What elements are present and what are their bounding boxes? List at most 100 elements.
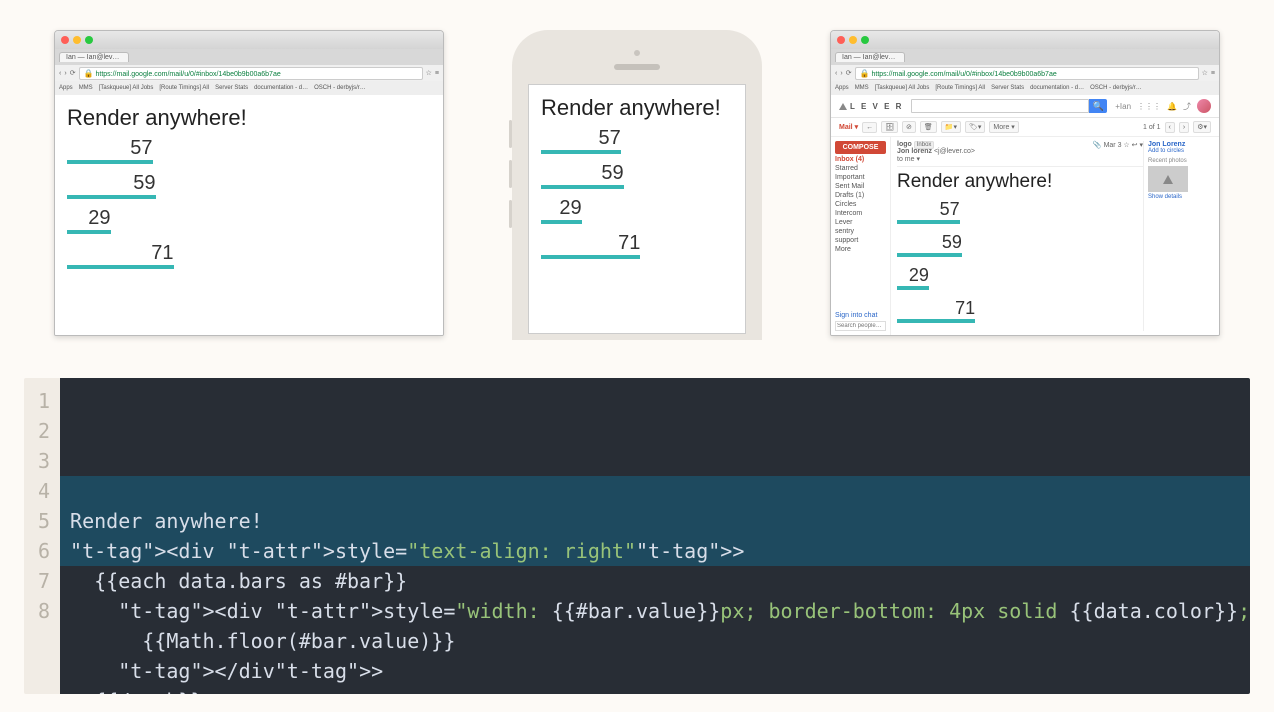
mail-dropdown[interactable]: Mail ▾ [839,123,858,131]
sidebar-item[interactable]: support [835,237,886,244]
apps-icon[interactable]: ⋮⋮⋮ [1137,102,1161,111]
titlebar [55,31,443,49]
to-line: to me [897,156,915,163]
url-text: https://mail.google.com/mail/u/0/#inbox/… [871,71,1056,78]
reload-icon[interactable]: ⟳ [70,69,76,77]
code-line: {{each data.bars as #bar}} [70,566,1240,596]
bar-line [67,230,111,234]
reply-icon[interactable]: ↩ [1132,142,1138,149]
bookmark-item[interactable]: MMS [79,85,93,91]
browser-window-left: Ian — Ian@lever.co ‹ › ⟳ 🔒 https://mail.… [54,30,444,336]
prev-button[interactable]: ‹ [1165,122,1175,133]
lock-icon: 🔒 [84,69,94,78]
sidebar-item[interactable]: Lever [835,219,886,226]
more-button[interactable]: More ▾ [989,121,1018,133]
bookmark-item[interactable]: MMS [855,85,869,91]
url-input[interactable]: 🔒 https://mail.google.com/mail/u/0/#inbo… [855,67,1199,80]
bar-value: 57 [67,137,153,160]
zoom-icon[interactable] [861,36,869,44]
bookmark-item[interactable]: [Taskqueue] All Jobs [875,85,930,91]
forward-icon[interactable]: › [840,70,842,77]
settings-button[interactable]: ⚙▾ [1193,121,1211,133]
forward-icon[interactable]: › [64,70,66,77]
gmail-main: logo Inbox Jon lorenz <j@lever.co> to me… [891,137,1219,335]
bar-value: 59 [67,172,156,195]
menu-icon[interactable]: ≡ [1211,70,1215,77]
contact-name[interactable]: Jon Lorenz [1148,141,1213,148]
preview-row: Ian — Ian@lever.co ‹ › ⟳ 🔒 https://mail.… [0,30,1274,350]
side-button [509,160,512,188]
bookmark-item[interactable]: Apps [59,85,73,91]
browser-tab[interactable]: Ian — Ian@lever.co [835,52,905,62]
menu-icon[interactable]: ≡ [435,70,439,77]
bar-line [897,253,962,257]
back-icon[interactable]: ‹ [835,70,837,77]
subject: logo [897,141,912,148]
code-area[interactable]: Render anywhere!"t-tag"><div "t-attr">st… [60,378,1250,694]
bar-chart: 57592971 [67,137,431,269]
star-icon[interactable]: ☆ [1202,69,1208,77]
show-details[interactable]: Show details [1148,194,1213,200]
sidebar-item[interactable]: sentry [835,228,886,235]
logo-icon [839,103,847,110]
sidebar-item[interactable]: Intercom [835,210,886,217]
sidebar-item[interactable]: Starred [835,165,886,172]
bookmark-item[interactable]: [Taskqueue] All Jobs [99,85,154,91]
sidebar-item[interactable]: Sent Mail [835,183,886,190]
avatar[interactable] [1197,99,1211,113]
bookmark-item[interactable]: documentation - d… [1030,85,1084,91]
sidebar-item[interactable]: More [835,246,886,253]
url-input[interactable]: 🔒 https://mail.google.com/mail/u/0/#inbo… [79,67,423,80]
bookmark-item[interactable]: [Route Timings] All [935,85,985,91]
share-icon[interactable]: ⤴ [1183,101,1191,112]
minimize-icon[interactable] [73,36,81,44]
compose-button[interactable]: COMPOSE [835,141,886,154]
bookmark-item[interactable]: OSCH - derbyjs/r… [1090,85,1142,91]
chat-signin[interactable]: Sign into chat [835,312,886,319]
side-button [509,120,512,148]
back-button[interactable]: ← [862,122,877,133]
star-icon[interactable]: ☆ [426,69,432,77]
chat-search[interactable] [835,321,886,331]
star-icon[interactable]: ☆ [1123,142,1129,149]
reload-icon[interactable]: ⟳ [846,69,852,77]
bookmark-item[interactable]: documentation - d… [254,85,308,91]
bookmark-item[interactable]: [Route Timings] All [159,85,209,91]
sidebar-item-inbox[interactable]: Inbox (4) [835,156,886,163]
bookmarks-bar: Apps MMS [Taskqueue] All Jobs [Route Tim… [831,81,1219,95]
bookmark-item[interactable]: OSCH - derbyjs/r… [314,85,366,91]
minimize-icon[interactable] [849,36,857,44]
bookmark-item[interactable]: Server Stats [215,85,248,91]
message-header: logo Inbox Jon lorenz <j@lever.co> to me… [897,141,1143,167]
bar-line [541,185,624,189]
zoom-icon[interactable] [85,36,93,44]
bar-value: 57 [897,199,960,220]
sidebar-item[interactable]: Important [835,174,886,181]
close-icon[interactable] [837,36,845,44]
bookmark-item[interactable]: Server Stats [991,85,1024,91]
archive-button[interactable]: 🗄 [881,121,898,133]
browser-tab[interactable]: Ian — Ian@lever.co [59,52,129,62]
next-button[interactable]: › [1179,122,1189,133]
plus-user[interactable]: +Ian [1115,102,1131,111]
add-circles[interactable]: Add to circles [1148,148,1213,154]
sidebar-item[interactable]: Drafts (1) [835,192,886,199]
gmail-sidebar: COMPOSE Inbox (4) Starred Important Sent… [831,137,891,335]
bar-value: 71 [67,242,174,265]
bookmark-item[interactable]: Apps [835,85,849,91]
back-icon[interactable]: ‹ [59,70,61,77]
close-icon[interactable] [61,36,69,44]
sidebar-item[interactable]: Circles [835,201,886,208]
notifications-icon[interactable]: 🔔 [1167,102,1177,111]
label-button[interactable]: 🏷▾ [965,121,985,133]
delete-button[interactable]: 🗑 [920,121,937,133]
page-body: Render anywhere! 57592971 [55,95,443,335]
spam-button[interactable]: ⊘ [902,121,916,133]
lock-icon: 🔒 [860,69,870,78]
from-email: <j@lever.co> [934,148,975,155]
photo-thumb[interactable] [1148,166,1188,192]
search-input[interactable] [911,99,1089,113]
folder-button[interactable]: 📁▾ [941,121,961,133]
search-button[interactable]: 🔍 [1089,99,1107,113]
bar-line [67,195,156,199]
